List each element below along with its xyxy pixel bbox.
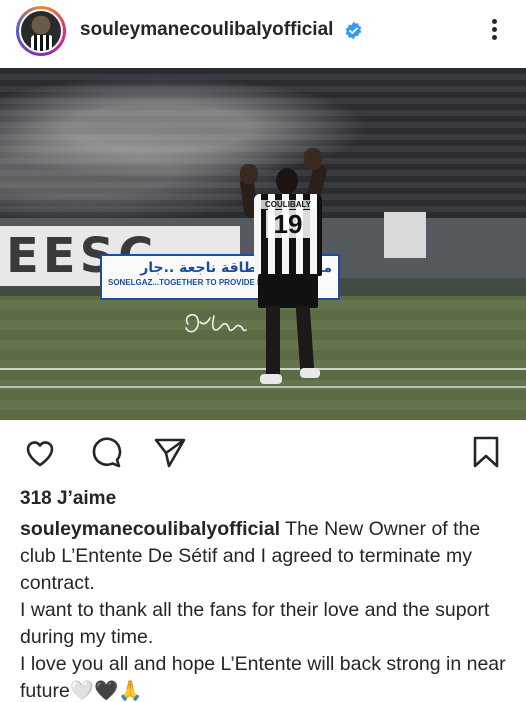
caption-username[interactable]: souleymanecoulibalyofficial <box>20 518 280 540</box>
comment-icon[interactable] <box>86 432 126 472</box>
caption-line-1: souleymanecoulibalyofficial The New Owne… <box>20 516 512 597</box>
post-username[interactable]: souleymanecoulibalyofficial <box>80 19 333 41</box>
profile-avatar[interactable] <box>16 6 66 56</box>
more-options-icon[interactable] <box>484 16 504 46</box>
send-icon[interactable] <box>150 432 190 472</box>
post-header: souleymanecoulibalyofficial <box>0 0 526 64</box>
bookmark-icon[interactable] <box>466 432 506 472</box>
like-count[interactable]: 318 J’aime <box>20 488 116 510</box>
photographer-signature <box>185 313 247 333</box>
caption-line-2: I want to thank all the fans for their l… <box>20 599 490 648</box>
post-caption: souleymanecoulibalyofficial The New Owne… <box>20 516 512 702</box>
post-photo[interactable]: EESC معا لتوفير طاقة ناجعة ..جار SONELGA… <box>0 68 526 420</box>
fan-flag <box>384 212 426 258</box>
player-figure: COULIBALY 19 <box>236 148 336 394</box>
avatar-image <box>19 9 63 53</box>
heart-icon[interactable] <box>20 432 60 472</box>
jersey-number: 19 <box>266 210 310 238</box>
caption-line-3: I love you all and hope L’Entente will b… <box>20 653 506 702</box>
jersey-name: COULIBALY <box>260 200 316 209</box>
post-actions <box>0 432 526 476</box>
verified-badge-icon <box>345 21 362 40</box>
